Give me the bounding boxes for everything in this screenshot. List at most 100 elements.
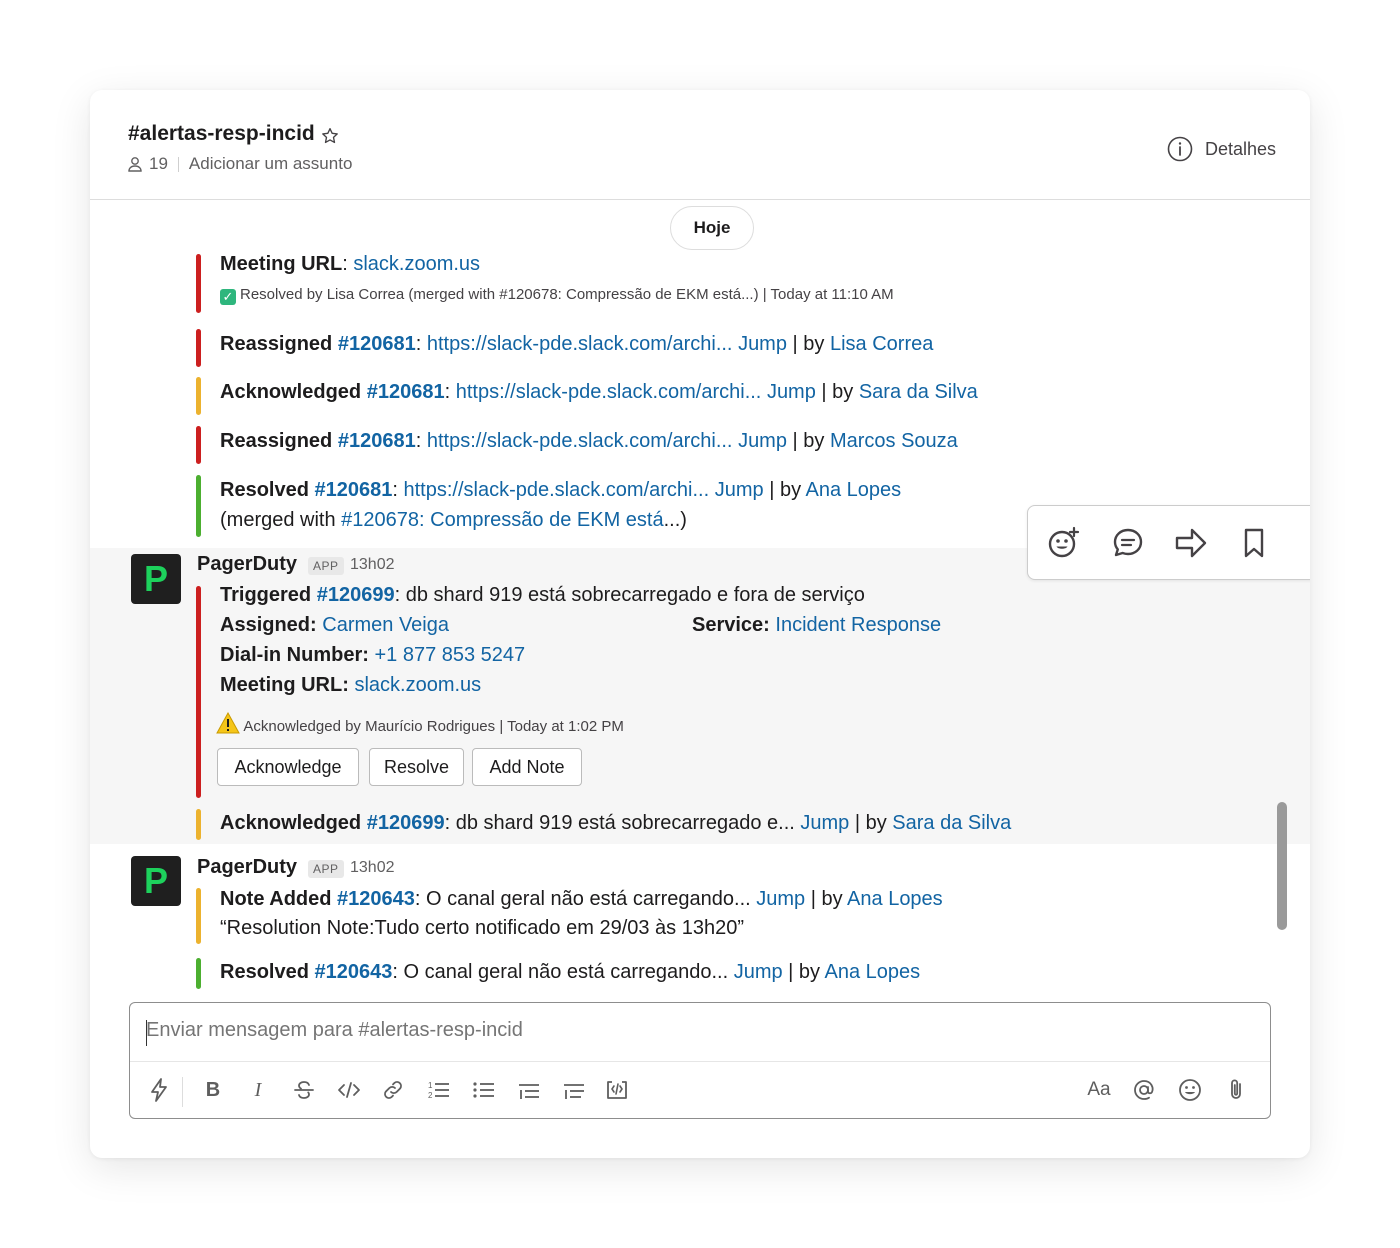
jump-link[interactable]: Jump [738, 430, 787, 452]
info-icon [1167, 136, 1193, 162]
italic-icon[interactable]: I [245, 1077, 271, 1103]
bold-icon[interactable]: B [200, 1077, 226, 1103]
code-block-icon[interactable] [561, 1077, 587, 1103]
merged-line: (merged with #120678: Compressão de EKM … [220, 509, 687, 532]
resolved-line: Resolved #120643: O canal geral não está… [220, 961, 920, 984]
add-note-button[interactable]: Add Note [472, 748, 582, 786]
user-link[interactable]: Ana Lopes [847, 888, 943, 910]
url-link[interactable]: https://slack-pde.slack.com/archi... [427, 333, 733, 355]
meeting-url-line: Meeting URL: slack.zoom.us [220, 674, 481, 697]
meeting-url-link[interactable]: slack.zoom.us [353, 253, 480, 275]
dial-in-line: Dial-in Number: +1 877 853 5247 [220, 644, 525, 667]
channel-header: #alertas-resp-incid 19 Adicionar um assu… [90, 90, 1310, 200]
blockquote-icon[interactable] [516, 1077, 542, 1103]
pagerduty-avatar[interactable]: P [131, 856, 181, 906]
incident-link[interactable]: #120699 [367, 812, 445, 834]
incident-link[interactable]: #120643 [337, 888, 415, 910]
by-text: | by [854, 812, 887, 834]
by-text: | by [792, 430, 825, 452]
emoji-icon[interactable] [1177, 1077, 1203, 1103]
mention-icon[interactable] [1131, 1077, 1157, 1103]
channel-topic[interactable]: Adicionar um assunto [189, 154, 352, 174]
dial-in-label: Dial-in Number: [220, 644, 369, 666]
by-text: | by [788, 961, 821, 983]
sender-name[interactable]: PagerDuty [197, 856, 297, 879]
jump-link[interactable]: Jump [738, 333, 787, 355]
user-link[interactable]: Ana Lopes [806, 479, 902, 501]
format-icon[interactable] [604, 1077, 630, 1103]
user-link[interactable]: Marcos Souza [830, 430, 958, 452]
sender-name[interactable]: PagerDuty [197, 553, 297, 576]
svg-text:1: 1 [428, 1081, 433, 1090]
jump-link[interactable]: Jump [767, 381, 816, 403]
pagerduty-avatar[interactable]: P [131, 554, 181, 604]
member-count[interactable]: 19 [149, 154, 168, 174]
url-link[interactable]: https://slack-pde.slack.com/archi... [404, 479, 710, 501]
star-icon[interactable] [320, 126, 340, 146]
event-line: Reassigned #120681: https://slack-pde.sl… [220, 333, 934, 355]
ordered-list-icon[interactable]: 1 2 [426, 1077, 452, 1103]
person-icon [128, 157, 142, 172]
event-bar [196, 809, 201, 840]
message-time[interactable]: 13h02 [350, 859, 395, 877]
messages-scrollbar[interactable] [1277, 802, 1287, 930]
merged-incident-link[interactable]: #120678: Compressão de EKM está [341, 509, 663, 531]
shortcuts-icon[interactable] [146, 1077, 172, 1103]
reply-thread-icon[interactable] [1110, 525, 1146, 561]
incident-link[interactable]: #120643 [315, 961, 393, 983]
bookmark-icon[interactable] [1236, 525, 1272, 561]
incident-link[interactable]: #120681 [338, 333, 416, 355]
url-link[interactable]: https://slack-pde.slack.com/archi... [427, 430, 733, 452]
acknowledge-button[interactable]: Acknowledge [217, 748, 359, 786]
incident-link[interactable]: #120681 [367, 381, 445, 403]
url-link[interactable]: https://slack-pde.slack.com/archi... [456, 381, 762, 403]
incident-link[interactable]: #120699 [317, 584, 395, 606]
by-text: | by [792, 333, 825, 355]
assigned-label: Assigned: [220, 614, 317, 636]
jump-link[interactable]: Jump [756, 888, 805, 910]
resolve-button[interactable]: Resolve [369, 748, 464, 786]
service-link[interactable]: Incident Response [775, 614, 941, 636]
resolved-action: Resolved [220, 961, 309, 983]
incident-link[interactable]: #120681 [315, 479, 393, 501]
channel-name[interactable]: #alertas-resp-incid [128, 122, 315, 146]
incident-link[interactable]: #120681 [338, 430, 416, 452]
assigned-user-link[interactable]: Carmen Veiga [322, 614, 449, 636]
strikethrough-icon[interactable] [291, 1077, 317, 1103]
message-input[interactable] [146, 1019, 1246, 1042]
meeting-label: Meeting URL [220, 253, 343, 275]
details-button[interactable]: Detalhes [1167, 136, 1276, 162]
user-link[interactable]: Sara da Silva [859, 381, 978, 403]
user-link[interactable]: Lisa Correa [830, 333, 933, 355]
by-text: | by [769, 479, 802, 501]
text-size-button[interactable]: Aa [1084, 1077, 1114, 1103]
link-icon[interactable] [380, 1077, 406, 1103]
incident-description: : db shard 919 está sobrecarregado e for… [394, 584, 865, 606]
followup-action: Acknowledged [220, 812, 362, 834]
composer-divider [130, 1061, 1270, 1062]
bulleted-list-icon[interactable] [471, 1077, 497, 1103]
pagerduty-logo-icon: P [144, 558, 169, 599]
note-added-line: Note Added #120643: O canal geral não es… [220, 888, 943, 911]
share-icon[interactable] [1173, 525, 1209, 561]
jump-link[interactable]: Jump [734, 961, 783, 983]
dial-in-link[interactable]: +1 877 853 5247 [374, 644, 525, 666]
jump-link[interactable]: Jump [800, 812, 849, 834]
user-link[interactable]: Sara da Silva [892, 812, 1011, 834]
app-badge: APP [308, 557, 344, 575]
date-divider-button[interactable]: Hoje [670, 206, 754, 250]
check-icon: ✓ [220, 289, 236, 305]
ack-note-time: | Today at 1:02 PM [499, 718, 624, 735]
add-reaction-icon[interactable] [1046, 525, 1082, 561]
resolved-note-text: Resolved by Lisa Correa (merged with #12… [240, 286, 894, 303]
meeting-url-link[interactable]: slack.zoom.us [354, 674, 481, 696]
resolved-text: : O canal geral não está carregando... [392, 961, 729, 983]
code-icon[interactable] [336, 1077, 362, 1103]
message-composer: B I 1 2 [129, 1002, 1271, 1119]
meeting-label: Meeting URL: [220, 674, 349, 696]
user-link[interactable]: Ana Lopes [825, 961, 921, 983]
attach-icon[interactable] [1223, 1077, 1249, 1103]
jump-link[interactable]: Jump [715, 479, 764, 501]
toolbar-separator [182, 1077, 183, 1107]
message-time[interactable]: 13h02 [350, 556, 395, 574]
